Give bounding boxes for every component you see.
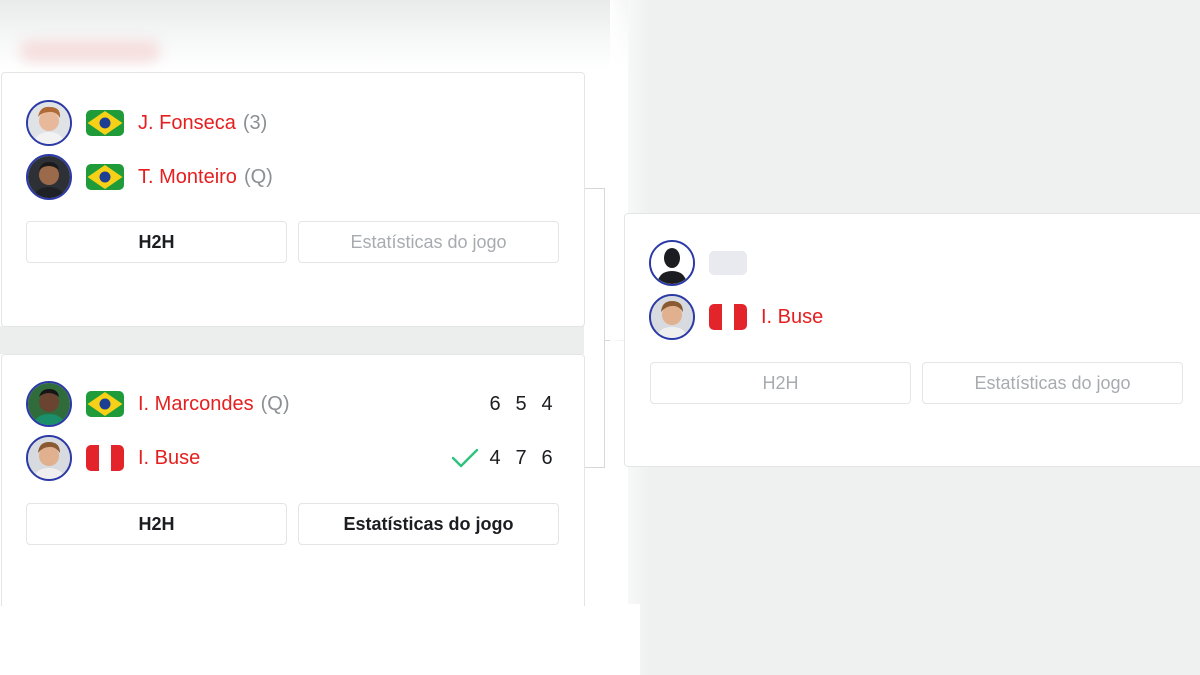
player-avatar: [26, 381, 72, 427]
peru-flag-icon: [709, 304, 747, 330]
blurred-header-label: [20, 40, 160, 62]
h2h-button[interactable]: H2H: [650, 362, 911, 404]
player-seed: (3): [242, 111, 268, 134]
player-seed: (Q): [243, 165, 273, 188]
player-name[interactable]: I. Marcondes: [138, 393, 254, 416]
bracket-connector-vertical: [604, 188, 605, 468]
score-line: 4 7 6: [450, 433, 560, 483]
match-stats-button[interactable]: Estatísticas do jogo: [922, 362, 1183, 404]
player-avatar: [26, 154, 72, 200]
player-name[interactable]: T. Monteiro: [138, 166, 237, 189]
score-line: 6 5 4: [482, 379, 560, 429]
player-avatar: [26, 100, 72, 146]
h2h-button[interactable]: H2H: [26, 503, 287, 545]
brazil-flag-icon: [86, 110, 124, 136]
bracket-connector-top: [585, 188, 605, 189]
player-row[interactable]: I. Marcondes (Q): [26, 379, 290, 429]
bottom-area: [0, 604, 640, 675]
set-score: 7: [515, 446, 527, 469]
peru-flag-icon: [86, 445, 124, 471]
player-seed: (Q): [260, 392, 290, 415]
match-card[interactable]: I. Buse H2H Estatísticas do jogo: [624, 213, 1200, 467]
player-row[interactable]: J. Fonseca (3): [26, 98, 267, 148]
player-avatar: [649, 294, 695, 340]
player-name[interactable]: I. Buse: [761, 306, 823, 329]
set-score: 4: [541, 392, 553, 415]
match-card[interactable]: I. Marcondes (Q) 6 5 4 I. Buse 4 7 6 H2H…: [1, 354, 585, 606]
winner-check-icon: [451, 448, 479, 468]
player-name[interactable]: J. Fonseca: [138, 112, 236, 135]
match-separator: [0, 326, 584, 354]
match-card[interactable]: J. Fonseca (3) T. Monteiro (Q) H2H Estat…: [1, 72, 585, 327]
player-row[interactable]: T. Monteiro (Q): [26, 152, 273, 202]
player-row[interactable]: I. Buse: [649, 292, 823, 342]
match-stats-button[interactable]: Estatísticas do jogo: [298, 503, 559, 545]
brazil-flag-icon: [86, 391, 124, 417]
brazil-flag-icon: [86, 164, 124, 190]
match-stats-button[interactable]: Estatísticas do jogo: [298, 221, 559, 263]
h2h-button[interactable]: H2H: [26, 221, 287, 263]
name-placeholder: [709, 251, 747, 275]
set-score: 5: [515, 392, 527, 415]
bracket-connector-bottom: [585, 467, 605, 468]
player-avatar: [26, 435, 72, 481]
set-score: 6: [489, 392, 501, 415]
player-row[interactable]: I. Buse: [26, 433, 200, 483]
placeholder-avatar-icon: [649, 240, 695, 286]
set-score: 4: [489, 446, 501, 469]
player-name[interactable]: I. Buse: [138, 447, 200, 470]
player-row[interactable]: [649, 238, 747, 288]
set-score: 6: [541, 446, 553, 469]
